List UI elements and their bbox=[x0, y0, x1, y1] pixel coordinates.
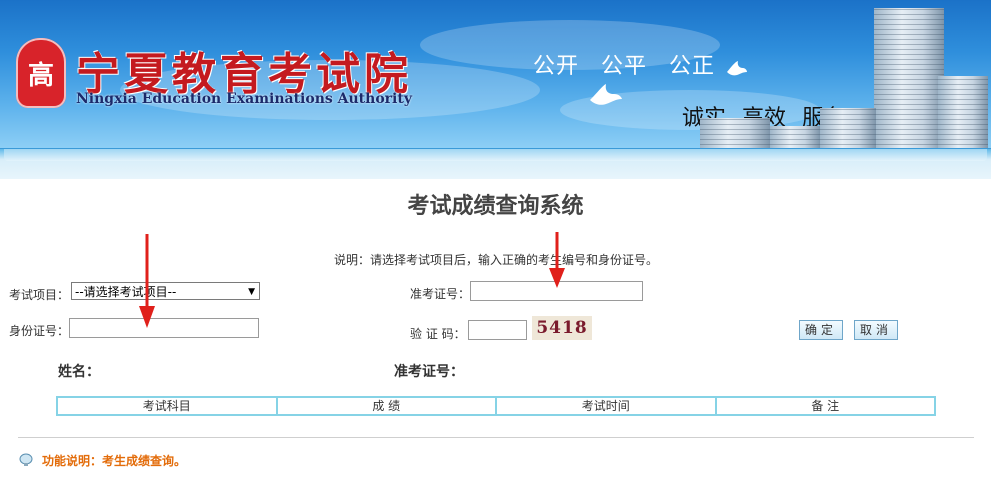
column-header: 考试时间 bbox=[497, 398, 717, 414]
admission-number-label: 准考证号： bbox=[410, 287, 471, 301]
building-illustration bbox=[874, 8, 944, 150]
column-header: 考试科目 bbox=[58, 398, 278, 414]
page-title: 考试成绩查询系统 bbox=[407, 194, 584, 219]
id-number-input[interactable] bbox=[69, 318, 259, 338]
annotation-arrow-down bbox=[549, 232, 565, 288]
exam-item-label: 考试项目： bbox=[9, 288, 70, 302]
slogan-word: 公正 bbox=[669, 54, 716, 79]
result-name-label: 姓名： bbox=[58, 364, 100, 380]
function-note: 功能说明：考生成绩查询。 bbox=[42, 454, 187, 468]
captcha-input[interactable] bbox=[468, 320, 527, 340]
building-illustration bbox=[938, 76, 988, 150]
building-illustration bbox=[700, 118, 770, 150]
lightbulb-icon bbox=[19, 453, 33, 466]
id-number-label: 身份证号： bbox=[9, 324, 70, 338]
cancel-button[interactable]: 取消 bbox=[854, 320, 898, 340]
confirm-button[interactable]: 确定 bbox=[799, 320, 843, 340]
column-header: 备 注 bbox=[811, 399, 840, 413]
header-banner: 高 宁夏教育考试院 Ningxia Education Examinations… bbox=[0, 0, 991, 150]
building-illustration bbox=[820, 108, 876, 150]
result-admission-label: 准考证号： bbox=[394, 364, 464, 380]
chevron-down-icon[interactable]: ▼ bbox=[248, 283, 255, 301]
dove-icon bbox=[590, 84, 622, 105]
exam-item-select[interactable]: --请选择考试项目-- ▼ bbox=[71, 282, 260, 300]
column-header: 成 绩 bbox=[278, 398, 497, 414]
divider bbox=[18, 437, 974, 438]
slogan-top: 公开 公平 公正 bbox=[533, 48, 737, 80]
exam-item-selected-value: --请选择考试项目-- bbox=[75, 285, 177, 299]
nav-bar-highlight bbox=[4, 149, 987, 161]
logo-english-name: Ningxia Education Examinations Authority bbox=[76, 91, 412, 107]
building-illustration bbox=[770, 126, 820, 150]
logo-seal-icon: 高 bbox=[16, 38, 66, 108]
result-table-header: 考试科目 成 绩 考试时间 备 注 bbox=[56, 396, 936, 416]
site-logo[interactable]: 高 宁夏教育考试院 Ningxia Education Examinations… bbox=[0, 0, 412, 140]
dove-icon bbox=[727, 61, 747, 76]
instruction-text: 说明：请选择考试项目后，输入正确的考生编号和身份证号。 bbox=[334, 253, 659, 267]
captcha-image[interactable]: 5418 bbox=[532, 316, 592, 340]
slogan-word: 公开 bbox=[533, 54, 580, 79]
captcha-label: 验 证 码： bbox=[410, 327, 466, 341]
slogan-word: 公平 bbox=[601, 54, 648, 79]
annotation-arrow-down bbox=[139, 234, 155, 328]
nav-bar bbox=[0, 148, 991, 179]
